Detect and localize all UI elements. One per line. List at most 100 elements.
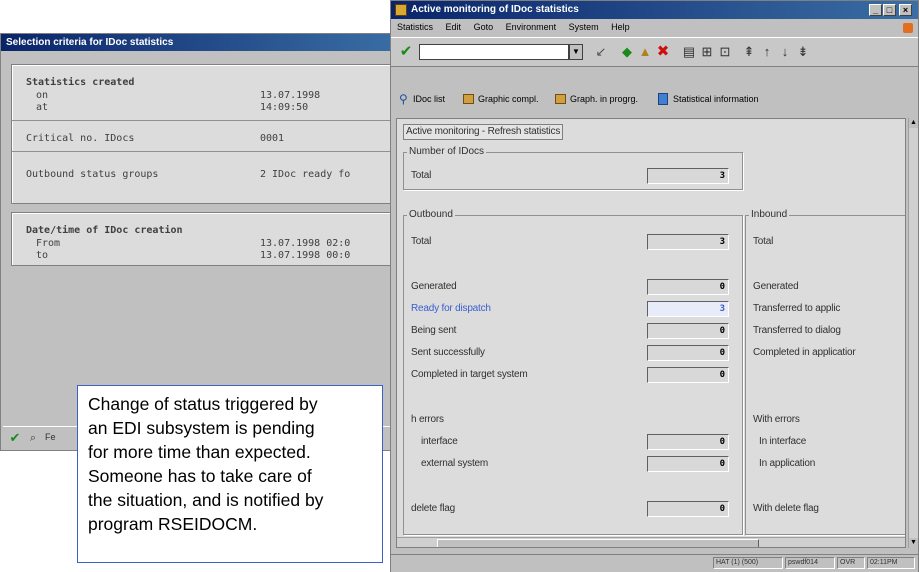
outbound-delete-flag-field: 0 — [647, 501, 729, 517]
application-toolbar: ⚲ IDoc list Graphic compl. Graph. in pro… — [391, 87, 918, 111]
inbound-errors-label: With errors — [753, 414, 800, 425]
ready-for-dispatch-field[interactable]: 3 — [647, 301, 729, 317]
maximize-button[interactable]: □ — [883, 4, 896, 16]
sap-logo-icon — [903, 23, 913, 33]
info-icon — [658, 93, 668, 105]
idoc-list-button[interactable]: IDoc list — [413, 87, 445, 111]
idocs-total-label: Total — [411, 170, 432, 181]
refresh-statistics-tab[interactable]: Active monitoring - Refresh statistics — [403, 124, 564, 140]
outbound-status-value: 2 IDoc ready fo — [260, 169, 351, 180]
datetime-heading: Date/time of IDoc creation — [26, 225, 183, 236]
in-interface-field: 0 — [647, 434, 729, 450]
explanation-callout: Change of status triggered by an EDI sub… — [77, 385, 383, 563]
inbound-title: Inbound — [749, 209, 790, 221]
scroll-up-icon[interactable]: ▲ — [909, 118, 918, 128]
find-next-icon[interactable]: ⊡ — [717, 44, 733, 60]
menu-help[interactable]: Help — [611, 22, 630, 32]
last-page-icon[interactable]: ⇟ — [795, 44, 811, 60]
command-field[interactable] — [419, 44, 569, 60]
previous-page-icon[interactable]: ↑ — [759, 44, 775, 60]
cancel-icon[interactable]: ✖ — [655, 44, 671, 60]
scroll-down-icon[interactable]: ▼ — [909, 538, 918, 548]
from-value: 13.07.1998 02:0 — [260, 238, 351, 249]
checkmark-icon[interactable]: ✔ — [7, 430, 23, 446]
exit-icon[interactable]: ▲ — [637, 44, 653, 60]
critical-value: 0001 — [260, 133, 285, 144]
on-label: on — [36, 90, 49, 101]
save-icon[interactable]: ↙ — [593, 44, 609, 60]
graphic-icon — [463, 94, 474, 104]
status-time-cell: 02:11PM — [867, 557, 915, 569]
menu-system[interactable]: System — [569, 22, 599, 32]
statistics-content-area: Active monitoring - Refresh statistics N… — [396, 118, 906, 548]
idocs-total-field: 3 — [647, 168, 729, 184]
enter-checkmark-icon[interactable]: ✔ — [398, 44, 414, 60]
inbound-total-label: Total — [753, 236, 774, 247]
on-value: 13.07.1998 — [260, 90, 321, 101]
horizontal-scrollbar[interactable] — [397, 537, 905, 547]
external-system-field: 0 — [647, 456, 729, 472]
binoculars-icon[interactable]: ⌕ — [25, 430, 41, 446]
inbound-group — [745, 215, 905, 535]
back-icon[interactable]: ◆ — [619, 44, 635, 60]
status-system-cell: HAT (1) (500) — [713, 557, 783, 569]
statistical-information-button[interactable]: Statistical information — [673, 87, 759, 111]
inbound-in-interface-label: In interface — [759, 436, 807, 447]
app-icon — [395, 4, 407, 16]
vertical-scrollbar[interactable]: ▲ ▼ — [908, 118, 918, 548]
divider — [12, 120, 395, 121]
completed-target-field: 0 — [647, 367, 729, 383]
status-mode-cell: OVR — [837, 557, 865, 569]
at-value: 14:09:50 — [260, 102, 309, 113]
magnifier-icon: ⚲ — [399, 92, 408, 106]
menu-edit[interactable]: Edit — [446, 22, 462, 32]
front-window-title: Active monitoring of IDoc statistics — [411, 4, 579, 15]
minimize-button[interactable]: _ — [869, 4, 882, 16]
graphic-progress-icon — [555, 94, 566, 104]
menu-goto[interactable]: Goto — [474, 22, 494, 32]
from-label: From — [36, 238, 61, 249]
outbound-title: Outbound — [407, 209, 455, 221]
callout-text: Change of status triggered by an EDI sub… — [88, 394, 324, 534]
sent-successfully-field: 0 — [647, 345, 729, 361]
inbound-delete-flag-label: With delete flag — [753, 503, 819, 514]
to-value: 13.07.1998 00:0 — [260, 250, 351, 261]
at-label: at — [36, 102, 49, 113]
standard-toolbar: ✔ ▼ ↙ ◆ ▲ ✖ ▤ ⊞ ⊡ ⇞ ↑ ↓ ⇟ — [391, 37, 918, 67]
being-sent-field: 0 — [647, 323, 729, 339]
command-dropdown-icon[interactable]: ▼ — [569, 44, 583, 60]
front-window-titlebar: Active monitoring of IDoc statistics _ □… — [391, 1, 918, 19]
status-server-cell: pswdf014 — [785, 557, 835, 569]
inbound-generated-label: Generated — [753, 281, 799, 292]
close-button[interactable]: × — [899, 4, 912, 16]
horizontal-scroll-thumb[interactable] — [437, 539, 759, 547]
first-page-icon[interactable]: ⇞ — [741, 44, 757, 60]
graph-in-progr-button[interactable]: Graph. in progrg. — [570, 87, 638, 111]
sent-successfully-label: Sent successfully — [411, 347, 485, 358]
graphic-compl-button[interactable]: Graphic compl. — [478, 87, 539, 111]
menu-statistics[interactable]: Statistics — [397, 22, 433, 32]
status-bar: HAT (1) (500) pswdf014 OVR 02:11PM — [391, 554, 918, 572]
menu-environment[interactable]: Environment — [506, 22, 557, 32]
find-icon[interactable]: ⊞ — [699, 44, 715, 60]
footer-label: Fe — [45, 432, 56, 442]
print-icon[interactable]: ▤ — [681, 44, 697, 60]
external-system-label: external system — [421, 458, 489, 469]
ready-for-dispatch-label[interactable]: Ready for dispatch — [411, 303, 491, 315]
active-monitoring-window: Active monitoring of IDoc statistics _ □… — [390, 0, 919, 572]
outbound-status-label: Outbound status groups — [26, 169, 159, 180]
divider — [12, 151, 395, 152]
number-of-idocs-title: Number of IDocs — [407, 146, 487, 158]
inbound-in-application-label: In application — [759, 458, 816, 469]
completed-target-label: Completed in target system — [411, 369, 528, 380]
transferred-dialog-label: Transferred to dialog — [753, 325, 841, 336]
to-label: to — [36, 250, 49, 261]
back-window-title: Selection criteria for IDoc statistics — [1, 34, 399, 51]
in-interface-label: interface — [421, 436, 458, 447]
outbound-errors-label: h errors — [411, 414, 444, 425]
datetime-panel: Date/time of IDoc creation From 13.07.19… — [11, 212, 396, 266]
transferred-applic-label: Transferred to applic — [753, 303, 841, 314]
menu-bar: Statistics Edit Goto Environment System … — [391, 19, 918, 36]
generated-label: Generated — [411, 281, 457, 292]
next-page-icon[interactable]: ↓ — [777, 44, 793, 60]
